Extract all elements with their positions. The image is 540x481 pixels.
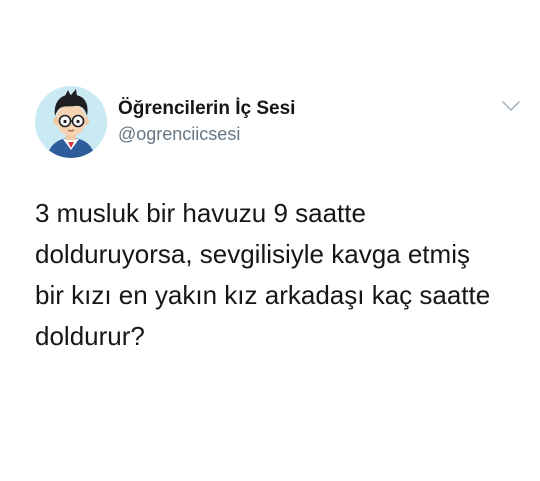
author-display-name[interactable]: Öğrencilerin İç Sesi	[118, 98, 295, 120]
tweet-text: 3 musluk bir havuzu 9 saatte dolduruyors…	[35, 198, 491, 351]
chevron-down-icon[interactable]	[500, 98, 522, 114]
avatar-illustration	[35, 86, 107, 158]
user-info: Öğrencilerin İç Sesi @ogrenciicsesi	[118, 98, 295, 145]
author-handle[interactable]: @ogrenciicsesi	[118, 123, 295, 145]
tweet-card: Öğrencilerin İç Sesi @ogrenciicsesi 3 mu…	[0, 0, 540, 481]
avatar[interactable]	[35, 86, 107, 158]
